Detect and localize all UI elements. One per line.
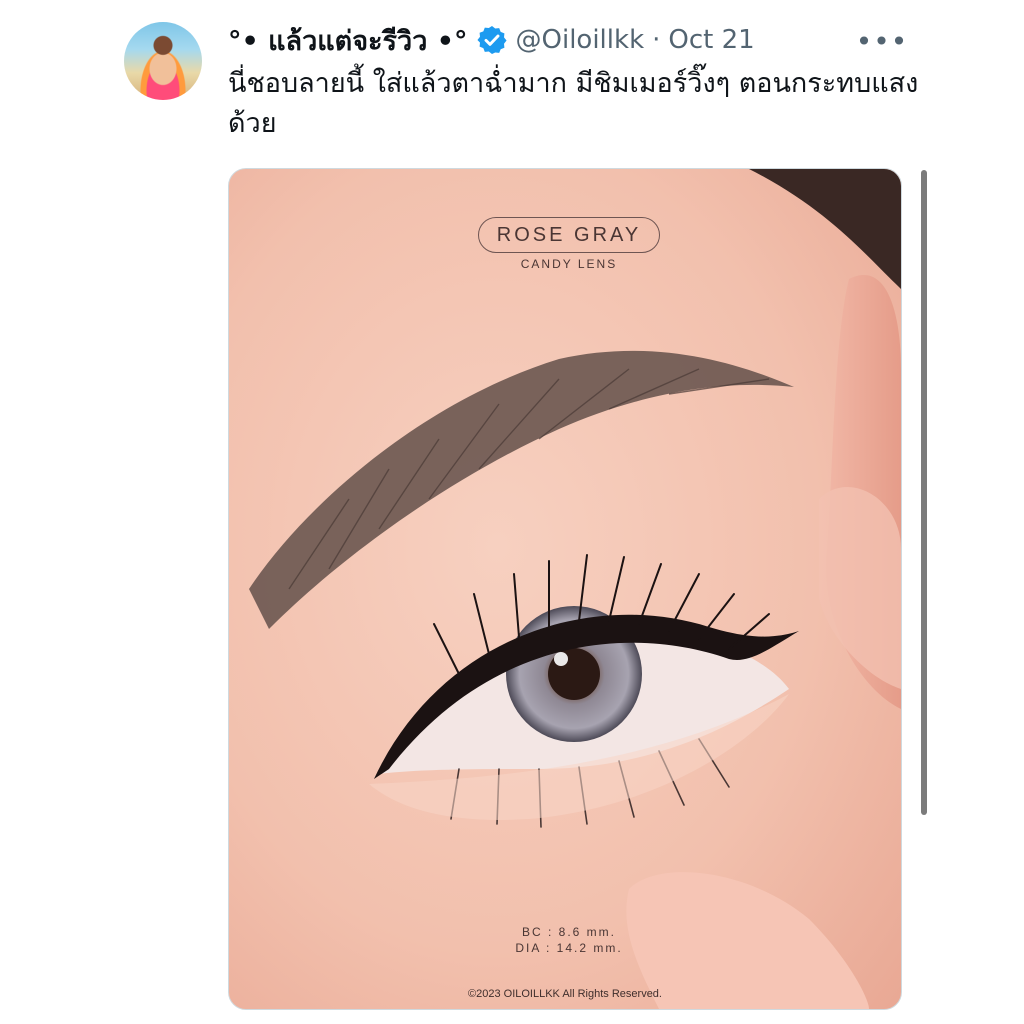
spec-bc: BC : 8.6 mm. [521,925,616,939]
scrollbar[interactable] [921,170,927,815]
user-handle[interactable]: @Oiloillkk [516,25,645,55]
verified-badge-icon[interactable] [476,24,508,56]
avatar[interactable] [124,22,202,100]
tweet-date[interactable]: Oct 21 [668,25,754,55]
spec-dia: DIA : 14.2 mm. [515,941,623,955]
display-name[interactable]: °• แล้วแต่จะรีวิว •° [228,19,468,62]
copyright-text: ©2023 OILOILLKK All Rights Reserved. [468,988,662,1000]
brand-subtitle: CANDY LENS [520,257,618,271]
eye-photo [229,169,901,1009]
more-options-icon[interactable]: ••• [856,24,908,58]
brand-title: ROSE GRAY [478,217,660,253]
separator-dot: · [652,25,661,55]
tweet-media-image[interactable]: ROSE GRAY CANDY LENS BC : 8.6 mm. DIA : … [228,168,902,1010]
tweet-header: °• แล้วแต่จะรีวิว •° @Oiloillkk · Oct 21 [228,20,934,60]
tweet-text: นี่ชอบลายนี้ ใส่แล้วตาฉ่ำมาก มีชิมเมอร์ว… [228,68,919,139]
tweet[interactable]: °• แล้วแต่จะรีวิว •° @Oiloillkk · Oct 21… [0,0,1024,1024]
